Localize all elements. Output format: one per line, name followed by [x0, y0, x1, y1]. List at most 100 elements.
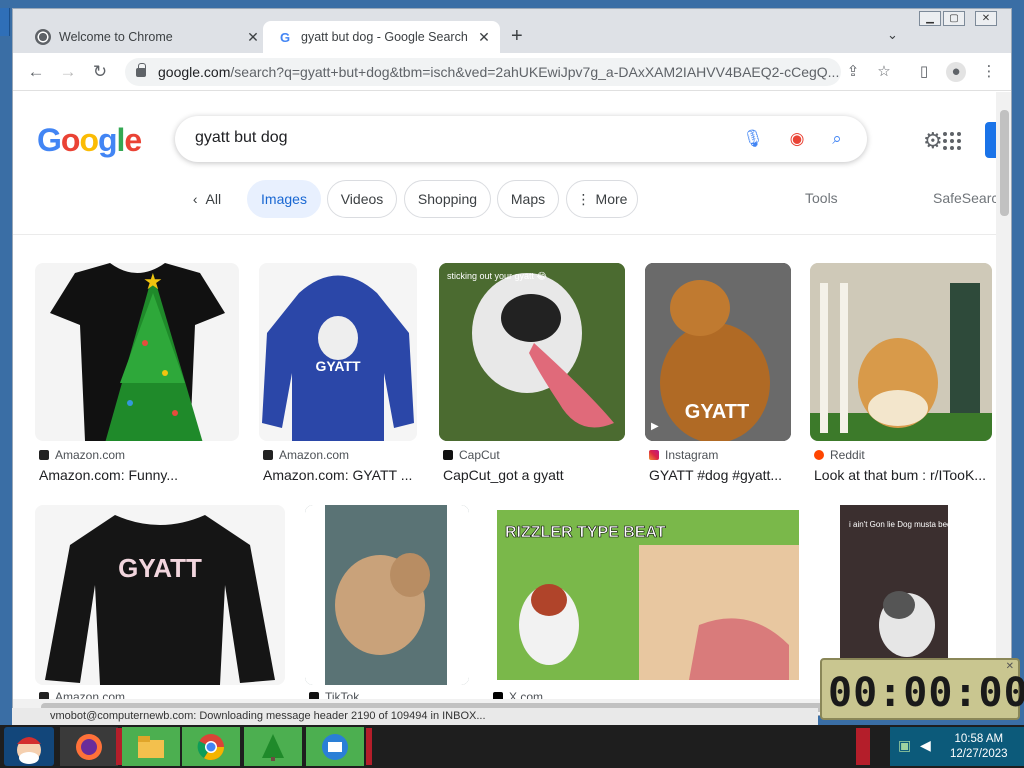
- result-caption[interactable]: Amazon.com: GYATT ...: [263, 467, 419, 483]
- blue-hoodie-image: GYATT: [262, 275, 414, 441]
- tray-separator: [856, 728, 870, 765]
- result-caption[interactable]: GYATT #dog #gyatt...: [649, 467, 793, 483]
- search-input[interactable]: gyatt but dog: [195, 129, 288, 147]
- result-thumbnail[interactable]: GYATT: [35, 505, 285, 685]
- lock-icon: [136, 62, 146, 77]
- page-content: Google gyatt but dog 🎙 ◉ ⌕ ⚙ ‹ All Images…: [13, 92, 996, 699]
- new-tab-button[interactable]: +: [511, 25, 523, 48]
- status-message: vmobot@computernewb.com: Downloading mes…: [12, 708, 818, 725]
- result-source: TikTok: [309, 690, 359, 699]
- sign-in-button[interactable]: [985, 122, 996, 158]
- thumb-text: i ain't Gon lie Dog musta been starvin😂: [849, 520, 991, 529]
- chip-all[interactable]: ‹ All: [185, 180, 229, 218]
- chip-maps[interactable]: Maps: [497, 180, 559, 218]
- google-apps-icon[interactable]: [943, 132, 961, 150]
- result-thumbnail[interactable]: [305, 505, 469, 685]
- search-icon[interactable]: ⌕: [826, 128, 848, 150]
- capcut-icon: [443, 450, 453, 460]
- microphone-icon[interactable]: 🎙: [742, 128, 764, 150]
- result-caption[interactable]: CapCut_got a gyatt: [443, 467, 627, 483]
- chip-shopping[interactable]: Shopping: [404, 180, 491, 218]
- firefox-taskbar-button[interactable]: [60, 727, 118, 766]
- christmas-tree-taskbar-button[interactable]: [244, 727, 302, 766]
- reload-icon[interactable]: ↻: [89, 61, 111, 83]
- profile-avatar-icon[interactable]: ●: [946, 62, 966, 82]
- taskbar-clock[interactable]: 10:58 AM 12/27/2023: [950, 732, 1008, 762]
- result-source: X.com: [493, 690, 543, 699]
- result-thumbnail[interactable]: ★: [35, 263, 239, 441]
- thumb-text: GYATT: [685, 401, 749, 423]
- google-logo[interactable]: Google: [37, 122, 142, 159]
- search-box[interactable]: gyatt but dog 🎙 ◉ ⌕: [175, 116, 867, 162]
- mail-icon: [322, 733, 348, 760]
- address-bar[interactable]: google.com/search?q=gyatt+but+dog&tbm=is…: [125, 58, 841, 86]
- instagram-icon: [649, 450, 659, 460]
- settings-gear-icon[interactable]: ⚙: [923, 128, 943, 154]
- thumb-text: GYATT: [315, 358, 361, 374]
- close-icon[interactable]: ✕: [243, 29, 263, 46]
- taskbar-separator: [366, 728, 372, 765]
- chrome-taskbar-button[interactable]: [182, 727, 240, 766]
- result-thumbnail[interactable]: RIZZLER TYPE BEAT: [489, 505, 807, 685]
- clock-time: 10:58 AM: [954, 733, 1004, 745]
- chip-videos[interactable]: Videos: [327, 180, 397, 218]
- minimize-button[interactable]: ▁: [919, 11, 941, 26]
- chip-images[interactable]: Images: [247, 180, 321, 218]
- menu-kebab-icon[interactable]: ⋮: [979, 62, 999, 82]
- chip-more[interactable]: ⋮ More: [566, 180, 638, 218]
- firefox-icon: [76, 733, 102, 760]
- share-icon[interactable]: ⇪: [843, 62, 863, 82]
- close-icon[interactable]: ✕: [474, 29, 494, 46]
- maximize-button[interactable]: ▢: [943, 11, 965, 26]
- tab-welcome[interactable]: Welcome to Chrome ✕: [21, 21, 269, 53]
- corgi-butt-image: [810, 263, 992, 441]
- lens-camera-icon[interactable]: ◉: [786, 128, 808, 150]
- divider: [13, 234, 996, 235]
- tools-button[interactable]: Tools: [805, 190, 838, 206]
- clock-widget[interactable]: 00:00:00 ✕: [820, 658, 1024, 720]
- thumb-text: GYATT: [118, 553, 202, 583]
- bookmark-star-icon[interactable]: ☆: [874, 62, 894, 82]
- taskbar: ▣ ◀ 10:58 AM 12/27/2023: [0, 725, 1024, 768]
- desktop-icon-edge: [0, 8, 10, 36]
- result-thumbnail[interactable]: GYATT ▶: [645, 263, 791, 441]
- chrome-icon: [197, 733, 225, 760]
- scrollbar-thumb[interactable]: [1000, 110, 1009, 216]
- clock-date: 12/27/2023: [950, 748, 1008, 760]
- thumb-text: RIZZLER TYPE BEAT: [505, 524, 666, 541]
- result-source: Reddit: [814, 448, 865, 462]
- chip-label: Images: [261, 191, 307, 207]
- close-icon[interactable]: ✕: [1006, 661, 1014, 672]
- close-window-button[interactable]: ✕: [975, 11, 997, 26]
- url-text[interactable]: google.com/search?q=gyatt+but+dog&tbm=is…: [158, 64, 841, 80]
- tab-strip: Welcome to Chrome ✕ G gyatt but dog - Go…: [13, 9, 1011, 53]
- side-panel-icon[interactable]: ▯: [914, 62, 934, 82]
- volume-icon[interactable]: ◀: [920, 737, 931, 754]
- result-caption[interactable]: Amazon.com: Funny...: [39, 467, 239, 483]
- safesearch-button[interactable]: SafeSearch: [933, 190, 996, 206]
- x-icon: [493, 692, 503, 699]
- clock-digits: 00:00:00: [828, 670, 1024, 716]
- play-icon: ▶: [651, 421, 659, 432]
- tab-search-chevron-icon[interactable]: ⌄: [887, 27, 898, 43]
- file-explorer-taskbar-button[interactable]: [122, 727, 180, 766]
- plush-dog-image: GYATT ▶: [645, 263, 791, 441]
- chip-label: Videos: [340, 191, 384, 207]
- forward-arrow-icon[interactable]: →: [57, 61, 79, 83]
- result-thumbnail[interactable]: sticking out your gyatt 😂: [439, 263, 625, 441]
- chip-label: Maps: [510, 191, 546, 207]
- more-dots-icon: ⋮: [576, 190, 591, 207]
- tab-google-search[interactable]: G gyatt but dog - Google Search ✕: [263, 21, 500, 53]
- start-button[interactable]: [4, 727, 54, 766]
- back-arrow-icon[interactable]: ←: [25, 61, 47, 83]
- result-thumbnail[interactable]: [810, 263, 992, 441]
- search-filter-chips: ‹ All Images Videos Shopping Maps ⋮ More T…: [13, 180, 996, 220]
- amazon-icon: [39, 450, 49, 460]
- vertical-scrollbar[interactable]: [996, 92, 1011, 699]
- network-icon[interactable]: ▣: [898, 737, 911, 754]
- result-caption[interactable]: Look at that bum : r/ITooK...: [814, 467, 994, 483]
- result-source: CapCut: [443, 448, 500, 462]
- amazon-icon: [263, 450, 273, 460]
- result-thumbnail[interactable]: GYATT: [259, 263, 417, 441]
- mail-taskbar-button[interactable]: [306, 727, 364, 766]
